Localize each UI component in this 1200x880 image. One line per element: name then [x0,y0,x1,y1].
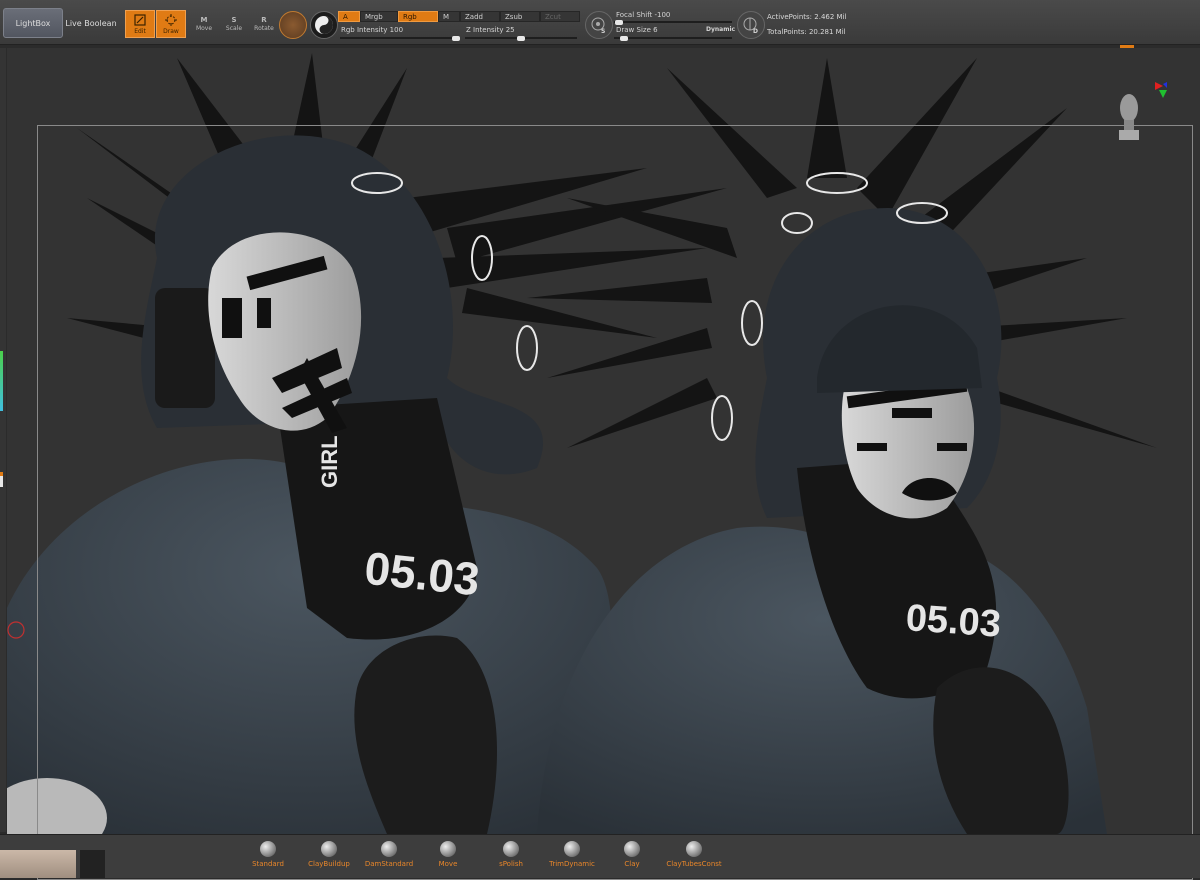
m-toggle[interactable]: M [438,11,460,22]
draw-label: Draw [163,28,179,35]
brush-label: Standard [252,860,284,868]
claybuildup-brush-icon [321,841,337,857]
zadd-toggle[interactable]: Zadd [460,11,500,22]
brush-label: Clay [624,860,640,868]
brush-claytubes[interactable]: ClayTubesConst [662,841,726,875]
damstandard-brush-icon [381,841,397,857]
zsub-toggle[interactable]: Zsub [500,11,540,22]
spotlight-s-button[interactable] [585,11,613,39]
move-button[interactable]: M Move [189,10,219,38]
total-points-stat: TotalPoints: 20.281 Mil [767,28,846,36]
spolish-brush-icon [503,841,519,857]
zcut-toggle[interactable]: Zcut [540,11,580,22]
color-picker-button[interactable] [310,11,338,39]
dynamic-toggle[interactable]: Dynamic [706,26,735,33]
brush-move[interactable]: Move [433,841,463,875]
material-sphere-button[interactable] [279,11,307,39]
rgb-intensity-label: Rgb Intensity 100 [341,26,404,34]
brush-label: TrimDynamic [549,860,595,868]
alpha-thumbnail[interactable] [80,850,105,878]
standard-brush-icon [260,841,276,857]
brush-spolish[interactable]: sPolish [494,841,528,875]
axis-gizmo-icon [1155,82,1167,98]
rgb-toggle[interactable]: Rgb [398,11,438,22]
brush-label: ClayBuildup [308,860,350,868]
draw-size-slider[interactable] [614,37,732,39]
texture-thumbnail[interactable] [0,850,76,878]
move-key-icon: M [200,16,208,24]
brush-clay[interactable]: Clay [618,841,646,875]
lightbox-button[interactable]: LightBox [3,8,63,38]
z-intensity-knob[interactable] [517,36,525,41]
scale-label: Scale [225,25,243,32]
move-brush-icon [440,841,456,857]
a-toggle[interactable]: A [338,11,360,22]
focal-shift-slider[interactable] [614,21,732,23]
bottom-shelf: Standard ClayBuildup DamStandard Move sP… [0,834,1200,878]
orange-marker [0,472,3,476]
scale-button[interactable]: S Scale [219,10,249,38]
edit-icon [134,14,146,26]
brush-claybuildup[interactable]: ClayBuildup [304,841,354,875]
brush-damstandard[interactable]: DamStandard [362,841,416,875]
brush-label: ClayTubesConst [666,860,722,868]
edit-button[interactable]: Edit [125,10,155,38]
brush-standard[interactable]: Standard [248,841,288,875]
brush-trimdynamic[interactable]: TrimDynamic [545,841,599,875]
left-tray [0,48,6,832]
focal-shift-label: Focal Shift -100 [616,11,671,19]
lazy-d-button[interactable] [737,11,765,39]
rotate-label: Rotate [254,25,274,32]
focal-shift-knob[interactable] [615,20,623,25]
rgb-intensity-knob[interactable] [452,36,460,41]
rotate-button[interactable]: R Rotate [249,10,279,38]
target-icon [591,17,605,31]
color-strip [0,351,3,411]
brush-label: Move [438,860,458,868]
edit-label: Edit [134,28,146,35]
rotate-key-icon: R [261,16,267,24]
clay-brush-icon [624,841,640,857]
z-intensity-label: Z Intensity 25 [466,26,515,34]
live-boolean-button[interactable]: Live Boolean [64,8,118,38]
rgb-intensity-slider[interactable] [340,37,460,39]
brush-label: sPolish [499,860,523,868]
top-toolbar: LightBox Live Boolean Edit Draw M Move S… [0,0,1200,45]
draw-size-knob[interactable] [620,36,628,41]
scale-key-icon: S [231,16,237,24]
d-key-label: D [753,28,758,35]
s-key-label: S [601,28,606,35]
brush-label: DamStandard [364,860,414,868]
mrgb-toggle[interactable]: Mrgb [360,11,398,22]
active-points-stat: ActivePoints: 2.462 Mil [767,13,847,21]
viewport-canvas[interactable]: GIRL 05.03 05.03 [0,48,1200,880]
draw-icon [165,14,177,26]
claytubes-brush-icon [686,841,702,857]
trimdynamic-brush-icon [564,841,580,857]
document-frame [37,125,1193,880]
yin-yang-icon [315,16,333,34]
move-label: Move [195,25,213,32]
draw-button[interactable]: Draw [156,10,186,38]
draw-size-label: Draw Size 6 [616,26,658,34]
brush-lazy-icon [743,17,757,31]
